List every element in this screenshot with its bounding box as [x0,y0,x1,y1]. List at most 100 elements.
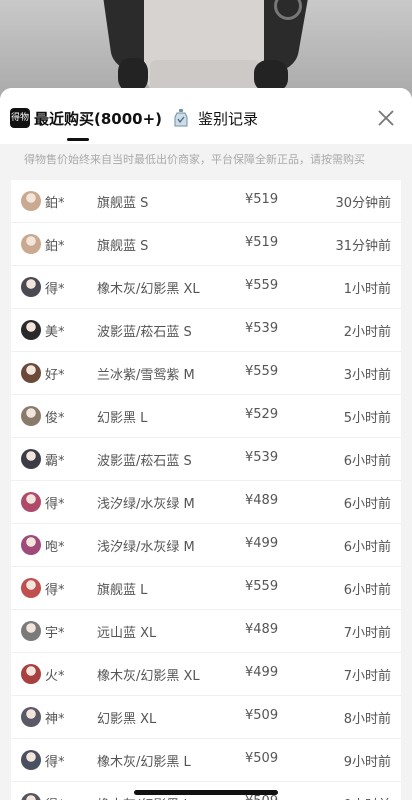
purchase-record-row: 鉑* 旗舰蓝 S ¥519 30分钟前 [11,180,401,222]
price: ¥559 [245,579,279,594]
price: ¥559 [245,364,279,379]
recent-purchases-sheet: 得物 最近购买(8000+) 鉴别记录 得物售价始终来自当时最低出价商家，平台保… [0,88,412,800]
user-name: 俊* [45,411,65,426]
user-name: 咆* [45,540,65,555]
tab-authentication-records-label: 鉴别记录 [198,109,259,128]
purchase-time: 31分钟前 [335,239,391,254]
user-name: 鉑* [45,196,65,211]
price: ¥499 [245,665,279,680]
purchase-time: 30分钟前 [335,196,391,211]
price: ¥559 [245,278,279,293]
avatar [21,621,41,641]
purchase-record-list: 鉑* 旗舰蓝 S ¥519 30分钟前 鉑* 旗舰蓝 S ¥519 31分钟前 得* 橡木灰/幻影… [11,180,401,800]
variant-spec: 波影蓝/菘石蓝 S [97,325,192,340]
variant-spec: 波影蓝/菘石蓝 S [97,454,192,469]
variant-spec: 远山蓝 XL [97,626,157,641]
avatar [21,363,41,383]
purchase-record-row: 好* 兰冰紫/雪鸳紫 M ¥559 3小时前 [11,351,401,394]
purchase-time: 7小时前 [343,669,391,684]
avatar [21,578,41,598]
purchase-time: 7小时前 [343,626,391,641]
purchase-time: 1小时前 [343,282,391,297]
price: ¥509 [245,708,279,723]
user-name: 得* [45,794,65,800]
purchase-time: 6小时前 [343,454,391,469]
variant-spec: 幻影黑 L [97,411,148,426]
user-name: 霸* [45,454,65,469]
user-name: 好* [45,368,65,383]
price: ¥519 [245,235,279,250]
avatar [21,793,41,800]
price: ¥529 [245,407,279,422]
active-tab-indicator [67,138,89,141]
dewu-logo-icon: 得物 [10,108,30,128]
sheet-header: 得物 最近购买(8000+) 鉴别记录 [0,88,412,144]
product-image-backdrop [0,0,412,100]
user-name: 得* [45,497,65,512]
variant-spec: 兰冰紫/雪鸳紫 M [97,368,195,383]
avatar [21,535,41,555]
variant-spec: 浅汐绿/水灰绿 M [97,540,195,555]
avatar [21,277,41,297]
purchase-record-row: 火* 橡木灰/幻影黑 XL ¥499 7小时前 [11,652,401,695]
variant-spec: 旗舰蓝 L [97,583,148,598]
variant-spec: 旗舰蓝 S [97,239,149,254]
user-name: 得* [45,282,65,297]
price: ¥539 [245,321,279,336]
avatar [21,320,41,340]
price: ¥519 [245,192,279,207]
purchase-time: 9小时前 [344,794,391,800]
avatar [21,750,41,770]
purchase-record-row: 鉑* 旗舰蓝 S ¥519 31分钟前 [11,222,401,265]
purchase-record-row: 俊* 幻影黑 L ¥529 5小时前 [11,394,401,437]
purchase-time: 3小时前 [343,368,391,383]
bottle-icon [174,109,188,127]
purchase-time: 6小时前 [343,540,391,555]
purchase-record-row: 咆* 浅汐绿/水灰绿 M ¥499 6小时前 [11,523,401,566]
variant-spec: 橡木灰/幻影黑 L [97,755,191,770]
purchase-time: 5小时前 [343,411,391,426]
tab-recent-purchases-label: 最近购买(8000+) [34,109,163,128]
purchase-record-row: 宇* 远山蓝 XL ¥489 7小时前 [11,609,401,652]
tab-recent-purchases[interactable]: 得物 最近购买(8000+) [10,106,162,130]
purchase-record-row: 得* 浅汐绿/水灰绿 M ¥489 6小时前 [11,480,401,523]
price-notice: 得物售价始终来自当时最低出价商家，平台保障全新正品，请按需购买 [0,144,412,180]
variant-spec: 橡木灰/幻影黑 XL [97,669,200,684]
avatar [21,191,41,211]
product-image-hand [118,58,148,92]
purchase-record-row: 美* 波影蓝/菘石蓝 S ¥539 2小时前 [11,308,401,351]
purchase-time: 6小时前 [343,583,391,598]
purchase-record-row: 霸* 波影蓝/菘石蓝 S ¥539 6小时前 [11,437,401,480]
user-name: 鉑* [45,239,65,254]
purchase-time: 8小时前 [343,712,391,727]
price: ¥489 [245,622,279,637]
price: ¥539 [245,450,279,465]
user-name: 神* [45,712,65,727]
avatar [21,406,41,426]
home-indicator [134,790,278,795]
user-name: 得* [45,755,65,770]
purchase-record-row: 得* 橡木灰/幻影黑 L ¥509 9小时前 [11,738,401,781]
purchase-time: 9小时前 [343,755,391,770]
user-name: 美* [45,325,65,340]
variant-spec: 幻影黑 XL [97,712,157,727]
price: ¥489 [245,493,279,508]
user-name: 宇* [45,626,65,641]
tab-authentication-records[interactable]: 鉴别记录 [172,106,258,130]
variant-spec: 橡木灰/幻影黑 XL [97,282,200,297]
avatar [21,707,41,727]
purchase-time: 6小时前 [343,497,391,512]
close-icon[interactable] [376,108,396,128]
avatar [21,234,41,254]
variant-spec: 旗舰蓝 S [97,196,149,211]
purchase-record-row: 神* 幻影黑 XL ¥509 8小时前 [11,695,401,738]
avatar [21,664,41,684]
avatar [21,492,41,512]
user-name: 火* [45,669,65,684]
price: ¥509 [245,751,279,766]
user-name: 得* [45,583,65,598]
purchase-time: 2小时前 [343,325,391,340]
variant-spec: 浅汐绿/水灰绿 M [97,497,195,512]
avatar [21,449,41,469]
purchase-record-row: 得* 旗舰蓝 L ¥559 6小时前 [11,566,401,609]
